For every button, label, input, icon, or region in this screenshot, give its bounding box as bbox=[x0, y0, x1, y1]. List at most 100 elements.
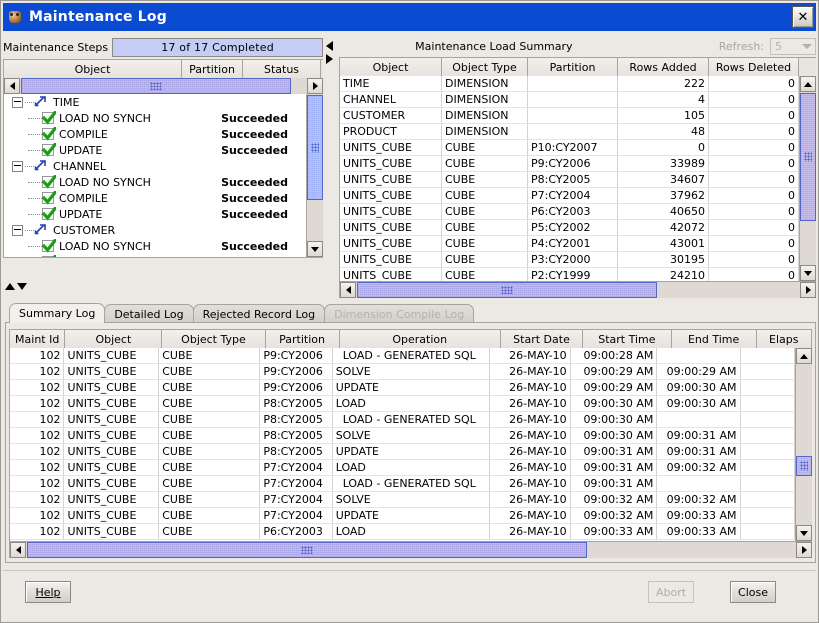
column-header-status[interactable]: Status bbox=[243, 60, 321, 79]
table-row[interactable]: UNITS_CUBECUBEP9:CY2006339890 bbox=[340, 156, 799, 172]
refresh-interval-select[interactable]: 5 bbox=[770, 38, 816, 55]
column-header-elaps[interactable]: Elaps bbox=[757, 330, 812, 349]
column-header-rows-deleted[interactable]: Rows Deleted bbox=[709, 58, 799, 77]
tab-detailed-log[interactable]: Detailed Log bbox=[104, 304, 193, 323]
table-row[interactable]: UNITS_CUBECUBEP4:CY2001430010 bbox=[340, 236, 799, 252]
splitter-left-arrow-icon[interactable] bbox=[326, 41, 333, 51]
table-row[interactable]: UNITS_CUBECUBEP6:CY2003406500 bbox=[340, 204, 799, 220]
column-header-start-date[interactable]: Start Date bbox=[501, 330, 583, 349]
table-row[interactable]: 102UNITS_CUBECUBEP6:CY2003LOAD26-MAY-100… bbox=[10, 524, 795, 540]
scroll-up-icon[interactable] bbox=[796, 348, 812, 364]
column-header-object[interactable]: Object bbox=[65, 330, 162, 349]
load-summary-horizontal-scrollbar[interactable] bbox=[339, 282, 816, 298]
tree-node[interactable]: CUSTOMER bbox=[4, 222, 306, 238]
column-header-partition[interactable]: Partition bbox=[266, 330, 340, 349]
table-row[interactable]: 102UNITS_CUBECUBEP8:CY2005UPDATE26-MAY-1… bbox=[10, 444, 795, 460]
close-icon[interactable]: ✕ bbox=[792, 6, 814, 28]
table-row[interactable]: 102UNITS_CUBECUBEP7:CY2004LOAD26-MAY-100… bbox=[10, 460, 795, 476]
table-row[interactable]: 102UNITS_CUBECUBEP9:CY2006UPDATE26-MAY-1… bbox=[10, 380, 795, 396]
table-cell: 09:00:32 AM bbox=[657, 492, 740, 508]
tree-horizontal-scrollbar[interactable] bbox=[3, 78, 323, 94]
column-header-maint-id[interactable]: Maint Id bbox=[10, 330, 65, 349]
scroll-left-icon[interactable] bbox=[10, 542, 26, 558]
table-row[interactable]: UNITS_CUBECUBEP5:CY2002420720 bbox=[340, 220, 799, 236]
vertical-splitter[interactable] bbox=[323, 35, 339, 301]
table-row[interactable]: UNITS_CUBECUBEP10:CY200700 bbox=[340, 140, 799, 156]
table-row[interactable]: 102UNITS_CUBECUBEP8:CY2005 LOAD - GENERA… bbox=[10, 412, 795, 428]
tree-node[interactable]: LOAD NO SYNCHSucceeded bbox=[4, 110, 306, 126]
tree-node[interactable]: TIME bbox=[4, 94, 306, 110]
column-header-partition[interactable]: Partition bbox=[528, 58, 618, 77]
summary-log-vertical-scrollbar[interactable] bbox=[795, 348, 812, 541]
tree-vertical-scrollbar[interactable] bbox=[306, 78, 323, 257]
table-row[interactable]: 102UNITS_CUBECUBEP7:CY2004 LOAD - GENERA… bbox=[10, 476, 795, 492]
tab-summary-log[interactable]: Summary Log bbox=[9, 303, 105, 323]
tab-rejected-record-log[interactable]: Rejected Record Log bbox=[193, 304, 326, 323]
tree-node[interactable]: COMPILESucceeded bbox=[4, 190, 306, 206]
splitter-right-arrow-icon[interactable] bbox=[326, 54, 333, 64]
summary-log-rows[interactable]: 102UNITS_CUBECUBEP9:CY2006 LOAD - GENERA… bbox=[10, 348, 795, 541]
tree-expander-minus-icon[interactable] bbox=[12, 225, 23, 236]
tree-node[interactable]: CHANNEL bbox=[4, 158, 306, 174]
scroll-right-icon[interactable] bbox=[307, 78, 323, 94]
tree-node[interactable]: COMPILESucceeded bbox=[4, 254, 306, 257]
log-tabs[interactable]: Summary LogDetailed LogRejected Record L… bbox=[5, 303, 816, 323]
collapse-up-icon[interactable] bbox=[5, 283, 15, 290]
tree-hscroll-thumb[interactable] bbox=[21, 78, 291, 94]
tree-rows-container[interactable]: 0101Maintenance Id 102SucceededTIMELOAD … bbox=[4, 78, 306, 257]
table-row[interactable]: UNITS_CUBECUBEP8:CY2005346070 bbox=[340, 172, 799, 188]
summary-log-horizontal-scrollbar[interactable] bbox=[9, 542, 812, 558]
tree-node-label: CUSTOMER bbox=[53, 224, 115, 237]
tree-node[interactable]: LOAD NO SYNCHSucceeded bbox=[4, 174, 306, 190]
column-header-object[interactable]: Object bbox=[340, 58, 442, 77]
summary-log-hscroll-thumb[interactable] bbox=[27, 542, 587, 558]
scroll-down-icon[interactable] bbox=[800, 265, 816, 281]
table-row[interactable]: 102UNITS_CUBECUBEP8:CY2005SOLVE26-MAY-10… bbox=[10, 428, 795, 444]
tree-expander-minus-icon[interactable] bbox=[12, 97, 23, 108]
tree-node[interactable]: UPDATESucceeded bbox=[4, 142, 306, 158]
tree-expander-minus-icon[interactable] bbox=[12, 161, 23, 172]
column-header-end-time[interactable]: End Time bbox=[672, 330, 757, 349]
scroll-down-icon[interactable] bbox=[307, 241, 323, 257]
help-button[interactable]: Help bbox=[25, 581, 71, 603]
column-header-rows-added[interactable]: Rows Added bbox=[618, 58, 709, 77]
column-header-start-time[interactable]: Start Time bbox=[583, 330, 672, 349]
table-row[interactable]: UNITS_CUBECUBEP3:CY2000301950 bbox=[340, 252, 799, 268]
tree-node[interactable]: LOAD NO SYNCHSucceeded bbox=[4, 238, 306, 254]
table-cell: 09:00:29 AM bbox=[657, 364, 740, 380]
column-header-object-type[interactable]: Object Type bbox=[162, 330, 265, 349]
table-row[interactable]: UNITS_CUBECUBEP7:CY2004379620 bbox=[340, 188, 799, 204]
scroll-right-icon[interactable] bbox=[796, 542, 812, 558]
scroll-right-icon[interactable] bbox=[800, 282, 816, 298]
title-bar: Maintenance Log ✕ bbox=[3, 3, 816, 31]
close-button[interactable]: Close bbox=[730, 581, 776, 603]
scroll-left-icon[interactable] bbox=[340, 282, 356, 298]
load-summary-scroll-thumb[interactable] bbox=[800, 93, 816, 221]
table-row[interactable]: CHANNELDIMENSION40 bbox=[340, 92, 799, 108]
collapse-down-icon[interactable] bbox=[17, 283, 27, 290]
table-row[interactable]: 102UNITS_CUBECUBEP8:CY2005LOAD26-MAY-100… bbox=[10, 396, 795, 412]
tree-node[interactable]: UPDATESucceeded bbox=[4, 206, 306, 222]
table-row[interactable]: PRODUCTDIMENSION480 bbox=[340, 124, 799, 140]
table-row[interactable]: 102UNITS_CUBECUBEP9:CY2006 LOAD - GENERA… bbox=[10, 348, 795, 364]
table-row[interactable]: 102UNITS_CUBECUBEP9:CY2006SOLVE26-MAY-10… bbox=[10, 364, 795, 380]
pane-collapse-arrows[interactable] bbox=[5, 283, 27, 290]
table-row[interactable]: TIMEDIMENSION2220 bbox=[340, 76, 799, 92]
scroll-down-icon[interactable] bbox=[796, 525, 812, 541]
load-summary-vertical-scrollbar[interactable] bbox=[799, 76, 816, 281]
summary-log-scroll-thumb[interactable] bbox=[796, 456, 812, 476]
scroll-left-icon[interactable] bbox=[4, 78, 20, 94]
table-row[interactable]: CUSTOMERDIMENSION1050 bbox=[340, 108, 799, 124]
column-header-operation[interactable]: Operation bbox=[340, 330, 501, 349]
table-row[interactable]: 102UNITS_CUBECUBEP7:CY2004UPDATE26-MAY-1… bbox=[10, 508, 795, 524]
table-row[interactable]: 102UNITS_CUBECUBEP7:CY2004SOLVE26-MAY-10… bbox=[10, 492, 795, 508]
load-summary-rows[interactable]: TIMEDIMENSION2220CHANNELDIMENSION40CUSTO… bbox=[340, 76, 799, 281]
table-row[interactable]: UNITS_CUBECUBEP2:CY1999242100 bbox=[340, 268, 799, 281]
load-summary-hscroll-thumb[interactable] bbox=[357, 282, 657, 298]
column-header-object-type[interactable]: Object Type bbox=[442, 58, 528, 77]
tree-node[interactable]: COMPILESucceeded bbox=[4, 126, 306, 142]
column-header-object[interactable]: Object bbox=[4, 60, 182, 79]
column-header-partition[interactable]: Partition bbox=[182, 60, 243, 79]
tree-scroll-thumb[interactable] bbox=[307, 95, 323, 200]
scroll-up-icon[interactable] bbox=[800, 76, 816, 92]
